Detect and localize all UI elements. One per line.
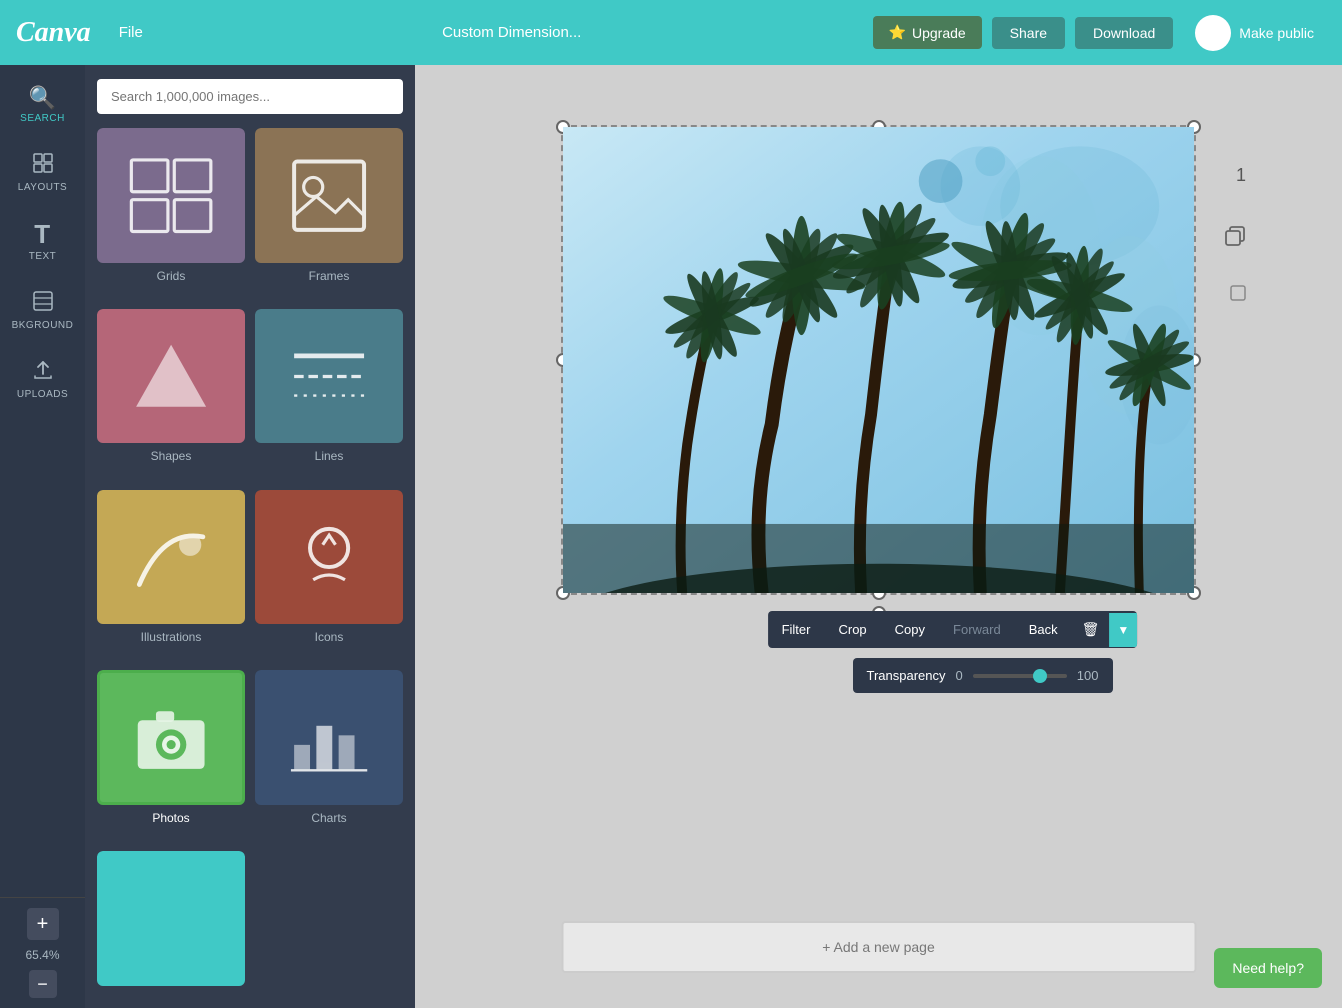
- context-toolbar: Filter Crop Copy Forward Back 🗑 ▼: [768, 611, 1138, 648]
- sidebar-item-text[interactable]: T TEXT: [0, 207, 85, 276]
- back-button[interactable]: Back: [1015, 612, 1072, 647]
- shapes-thumb: [97, 309, 245, 444]
- navbar: Canva File Custom Dimension... ⭐ Upgrade…: [0, 0, 1342, 65]
- zoom-minus-button[interactable]: −: [29, 970, 57, 998]
- element-card-frames[interactable]: Frames: [255, 128, 403, 299]
- icon-sidebar: 🔍 SeaRcH LAYOUTS T TEXT: [0, 65, 85, 1008]
- canvas-image: [563, 127, 1194, 593]
- upgrade-button[interactable]: ⭐ Upgrade: [873, 16, 982, 49]
- element-card-charts[interactable]: Charts: [255, 670, 403, 841]
- chevron-down-icon: ▼: [1117, 623, 1129, 637]
- uploads-icon: [32, 359, 54, 385]
- frames-thumb: [255, 128, 403, 263]
- element-card-icons[interactable]: Icons: [255, 490, 403, 661]
- photos-thumb: [97, 670, 245, 805]
- small-canvas-icon: [1230, 285, 1246, 304]
- star-icon: ⭐: [889, 24, 906, 41]
- download-button[interactable]: Download: [1075, 17, 1173, 49]
- sidebar-item-text-label: TEXT: [29, 251, 57, 262]
- sidebar-bottom: + 65.4% −: [0, 897, 85, 1008]
- crop-button[interactable]: Crop: [824, 612, 880, 647]
- copy-button[interactable]: Copy: [881, 612, 939, 647]
- text-icon: T: [34, 221, 50, 247]
- forward-button[interactable]: Forward: [939, 612, 1015, 647]
- sidebar-item-uploads-label: UPLOADS: [17, 389, 68, 400]
- grids-thumb: [97, 128, 245, 263]
- lines-thumb: [255, 309, 403, 444]
- document-title: Custom Dimension...: [442, 24, 581, 41]
- navbar-center: Custom Dimension...: [163, 24, 861, 41]
- search-icon: 🔍: [29, 87, 57, 109]
- delete-button[interactable]: 🗑: [1072, 611, 1110, 648]
- transparency-label: Transparency: [867, 668, 946, 683]
- lines-label: Lines: [315, 443, 344, 469]
- page-number: 1: [1236, 165, 1246, 186]
- sidebar-item-search-label: SeaRcH: [20, 113, 65, 124]
- share-button[interactable]: Share: [992, 17, 1065, 49]
- icons-thumb: [255, 490, 403, 625]
- element-card-bottom[interactable]: [97, 851, 245, 996]
- file-menu[interactable]: File: [111, 20, 151, 45]
- zoom-level: 65.4%: [25, 948, 59, 962]
- add-element-button[interactable]: +: [27, 908, 59, 940]
- sidebar-item-uploads[interactable]: UPLOADS: [0, 345, 85, 414]
- main-layout: 🔍 SeaRcH LAYOUTS T TEXT: [0, 65, 1342, 1008]
- icons-label: Icons: [315, 624, 344, 650]
- filter-button[interactable]: Filter: [768, 612, 825, 647]
- element-card-photos[interactable]: Photos: [97, 670, 245, 841]
- frames-label: Frames: [309, 263, 350, 289]
- sidebar-item-layouts-label: LAYOUTS: [18, 182, 67, 193]
- canvas-area: 1: [415, 65, 1342, 1008]
- layouts-icon: [32, 152, 54, 178]
- canvas-image-container[interactable]: Filter Crop Copy Forward Back 🗑 ▼ Transp…: [561, 125, 1196, 595]
- element-card-lines[interactable]: Lines: [255, 309, 403, 480]
- element-card-grids[interactable]: Grids: [97, 128, 245, 299]
- canvas-wrapper: 1: [561, 125, 1196, 595]
- need-help-button[interactable]: Need help?: [1214, 948, 1322, 988]
- elements-grid: Grids Frames: [85, 128, 415, 1008]
- background-icon: [32, 290, 54, 316]
- search-input[interactable]: [97, 79, 403, 114]
- transparency-min: 0: [956, 668, 963, 683]
- sidebar-item-search[interactable]: 🔍 SeaRcH: [0, 73, 85, 138]
- element-panel: Grids Frames: [85, 65, 415, 1008]
- sidebar-item-layouts[interactable]: LAYOUTS: [0, 138, 85, 207]
- add-page-button[interactable]: + Add a new page: [561, 921, 1196, 973]
- transparency-bar: Transparency 0 100: [853, 658, 1113, 693]
- element-card-illustrations[interactable]: Illustrations: [97, 490, 245, 661]
- dropdown-button[interactable]: ▼: [1109, 613, 1137, 647]
- illustrations-thumb: [97, 490, 245, 625]
- charts-label: Charts: [311, 805, 346, 831]
- navbar-right: ⭐ Upgrade Share Download Make public: [873, 7, 1326, 59]
- bottom-thumb: [97, 851, 245, 986]
- search-bar: [85, 65, 415, 128]
- app-logo: Canva: [16, 17, 91, 49]
- sidebar-item-background[interactable]: BKGROUND: [0, 276, 85, 345]
- photos-label: Photos: [152, 805, 189, 831]
- make-public-button[interactable]: Make public: [1183, 7, 1326, 59]
- sidebar-item-background-label: BKGROUND: [12, 320, 74, 331]
- charts-thumb: [255, 670, 403, 805]
- copy-canvas-icon[interactable]: [1224, 225, 1246, 253]
- illustrations-label: Illustrations: [141, 624, 202, 650]
- element-card-shapes[interactable]: Shapes: [97, 309, 245, 480]
- transparency-max: 100: [1077, 668, 1099, 683]
- grids-label: Grids: [157, 263, 186, 289]
- shapes-label: Shapes: [151, 443, 192, 469]
- avatar: [1195, 15, 1231, 51]
- transparency-thumb[interactable]: [1033, 669, 1047, 683]
- transparency-slider[interactable]: [973, 674, 1067, 678]
